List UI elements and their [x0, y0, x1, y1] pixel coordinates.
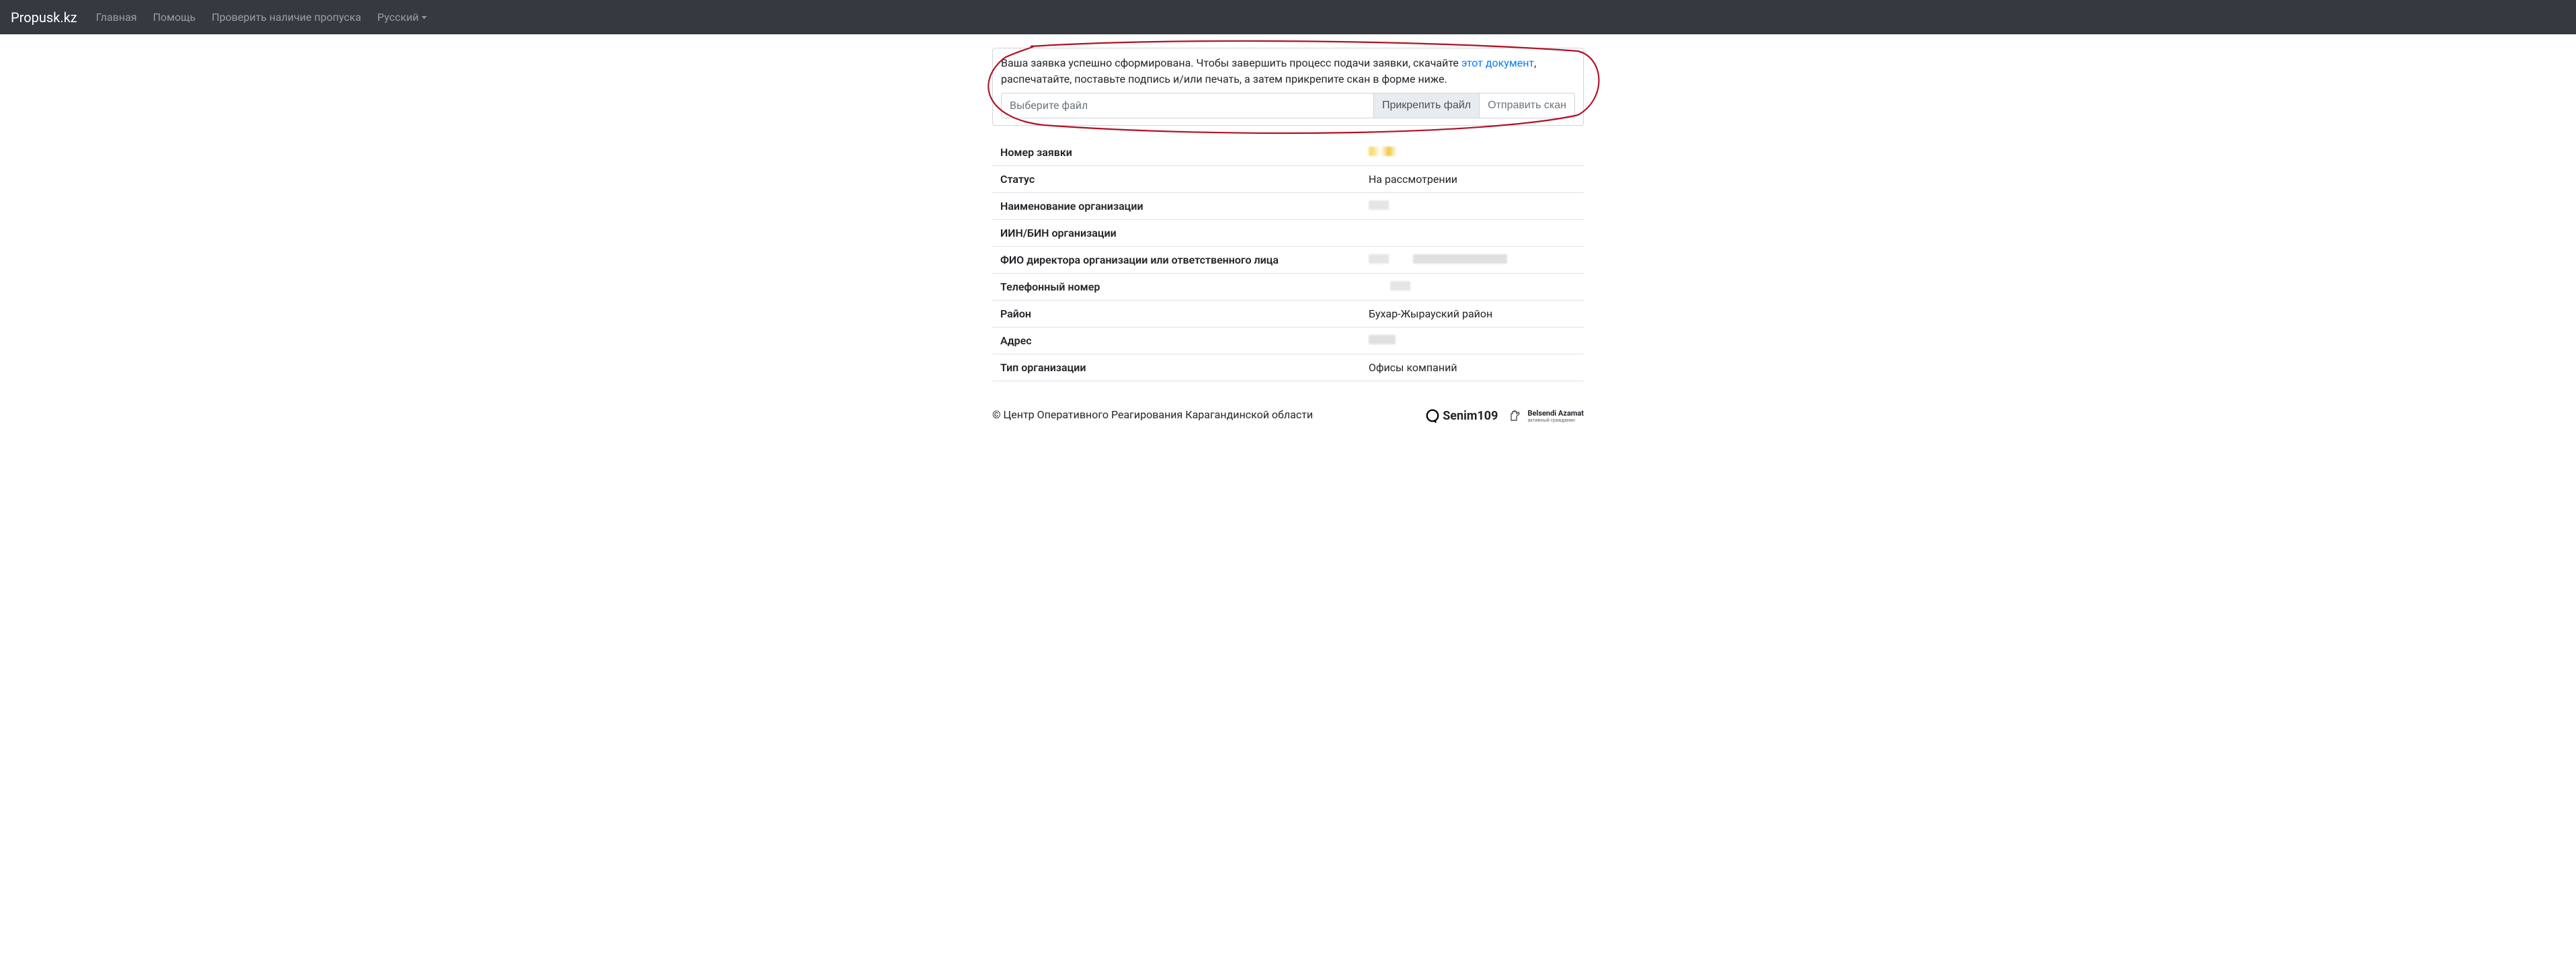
belsendi-azamat-logo[interactable]: Belsendi Azamat активный гражданин [1508, 408, 1584, 423]
navbar: Propusk.kz Главная Помощь Проверить нали… [0, 0, 2576, 34]
table-row: Тип организации Офисы компаний [992, 354, 1584, 381]
row-value [1369, 280, 1576, 293]
table-row: Район Бухар-Жырауский район [992, 301, 1584, 328]
upload-section: Ваша заявка успешно сформирована. Чтобы … [992, 48, 1584, 126]
row-value [1369, 146, 1576, 159]
request-details-table: Номер заявки Статус На рассмотрении Наим… [992, 139, 1584, 381]
footer: © Центр Оперативного Реагирования Карага… [982, 401, 1594, 436]
hand-icon [1508, 408, 1525, 423]
footer-copyright: © Центр Оперативного Реагирования Карага… [992, 408, 1313, 421]
table-row: Наименование организации [992, 193, 1584, 220]
document-link[interactable]: этот документ [1461, 56, 1534, 69]
row-label: Телефонный номер [1000, 280, 1369, 293]
row-value: Бухар-Жырауский район [1369, 307, 1576, 320]
senim-label: Senim109 [1443, 409, 1498, 423]
file-upload-group: Выберите файл Прикрепить файл Отправить … [1001, 93, 1575, 118]
nav-language-dropdown[interactable]: Русский [369, 5, 435, 29]
table-row: ИИН/БИН организации [992, 220, 1584, 247]
row-label: ИИН/БИН организации [1000, 227, 1369, 239]
row-value [1369, 227, 1576, 239]
row-label: Район [1000, 307, 1369, 320]
footer-logos: Senim109 Belsendi Azamat активный гражда… [1425, 408, 1584, 423]
senim109-logo[interactable]: Senim109 [1425, 408, 1498, 423]
file-input[interactable]: Выберите файл [1001, 93, 1374, 118]
row-value [1369, 334, 1576, 347]
table-row: Телефонный номер [992, 274, 1584, 301]
row-value: На рассмотрении [1369, 173, 1576, 186]
row-label: ФИО директора организации или ответствен… [1000, 254, 1369, 266]
belsendi-sublabel: активный гражданин [1527, 418, 1584, 423]
caret-down-icon [421, 16, 427, 19]
nav-check-pass[interactable]: Проверить наличие пропуска [204, 5, 369, 29]
senim-icon [1425, 408, 1440, 423]
table-row: Адрес [992, 328, 1584, 354]
nav-home[interactable]: Главная [88, 5, 145, 29]
row-value [1369, 200, 1576, 213]
row-value: Офисы компаний [1369, 361, 1576, 374]
brand-link[interactable]: Propusk.kz [11, 9, 77, 26]
row-label: Адрес [1000, 334, 1369, 347]
success-alert: Ваша заявка успешно сформирована. Чтобы … [992, 48, 1584, 126]
table-row: Номер заявки [992, 139, 1584, 166]
belsendi-label: Belsendi Azamat [1527, 409, 1584, 418]
row-label: Номер заявки [1000, 146, 1369, 159]
table-row: ФИО директора организации или ответствен… [992, 247, 1584, 274]
nav-language-label: Русский [377, 11, 419, 24]
row-label: Статус [1000, 173, 1369, 186]
nav-help[interactable]: Помощь [145, 5, 203, 29]
row-label: Тип организации [1000, 361, 1369, 374]
send-scan-button[interactable]: Отправить скан [1479, 93, 1575, 118]
attach-file-button[interactable]: Прикрепить файл [1373, 93, 1480, 118]
row-value [1369, 254, 1576, 266]
alert-text-before: Ваша заявка успешно сформирована. Чтобы … [1001, 56, 1461, 69]
table-row: Статус На рассмотрении [992, 166, 1584, 193]
row-label: Наименование организации [1000, 200, 1369, 213]
